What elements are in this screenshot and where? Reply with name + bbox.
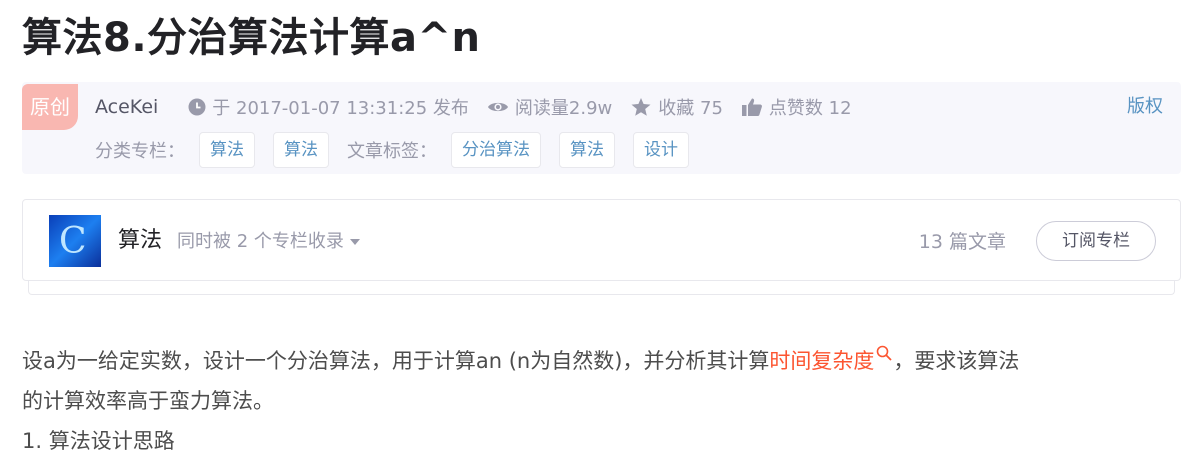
column-card-stack-edge	[28, 281, 1175, 295]
search-icon	[877, 345, 893, 361]
publish-time-text: 于 2017-01-07 13:31:25 发布	[212, 98, 469, 119]
category-tag[interactable]: 算法	[273, 132, 329, 168]
article-tag[interactable]: 算法	[559, 132, 615, 168]
column-card: C 算法 同时被 2 个专栏收录 13 篇文章 订阅专栏	[22, 199, 1181, 281]
read-count: 阅读量2.9w	[487, 94, 612, 120]
category-tag[interactable]: 算法	[199, 132, 255, 168]
caret-down-icon	[349, 239, 360, 245]
read-count-text: 阅读量2.9w	[514, 98, 613, 119]
meta-info-row: AceKei 于 2017-01-07 13:31:25 发布 阅读量2.9w …	[95, 94, 870, 120]
author-link[interactable]: AceKei	[95, 96, 158, 118]
publish-time: 于 2017-01-07 13:31:25 发布	[188, 94, 469, 120]
time-complexity-link[interactable]: 时间复杂度	[769, 345, 893, 373]
column-article-count: 13 篇文章	[918, 231, 1006, 253]
time-complexity-link-text: 时间复杂度	[769, 349, 875, 373]
column-thumbnail[interactable]: C	[49, 215, 101, 267]
clock-icon	[188, 98, 206, 116]
thumbs-up-icon	[741, 98, 762, 116]
article-tag[interactable]: 设计	[633, 132, 689, 168]
body-paragraph: 1. 算法设计思路	[22, 429, 175, 453]
column-included-text: 同时被 2 个专栏收录	[177, 231, 344, 252]
favorite-count: 收藏 75	[658, 98, 723, 119]
body-paragraph: 设a为一给定实数，设计一个分治算法，用于计算an (n为自然数)，并分析其计算时…	[22, 341, 1172, 381]
like-count: 点赞数 12	[768, 98, 852, 119]
column-thumbnail-glyph: C	[59, 221, 87, 262]
article-title: 算法8.分治算法计算a^n	[22, 15, 481, 61]
body-text-segment: 设a为一给定实数，设计一个分治算法，用于计算an (n为自然数)，并分析其计算	[22, 349, 770, 373]
favorite-button[interactable]: 收藏 75	[630, 94, 723, 120]
tags-label: 文章标签：	[347, 141, 437, 162]
column-included-dropdown[interactable]: 同时被 2 个专栏收录	[177, 229, 362, 255]
article-body: 设a为一给定实数，设计一个分治算法，用于计算an (n为自然数)，并分析其计算时…	[22, 341, 1172, 461]
article-tag[interactable]: 分治算法	[451, 132, 541, 168]
original-badge: 原创	[22, 84, 78, 130]
star-icon	[631, 98, 651, 116]
article-meta-box: 原创 AceKei 于 2017-01-07 13:31:25 发布 阅读量2.…	[22, 82, 1181, 174]
body-paragraph: 的计算效率高于蛮力算法。	[22, 389, 274, 413]
copyright-link[interactable]: 版权	[1127, 94, 1163, 120]
subscribe-column-button[interactable]: 订阅专栏	[1036, 221, 1156, 261]
column-name[interactable]: 算法	[118, 226, 162, 256]
meta-tags-row: 分类专栏： 算法 算法 文章标签： 分治算法 算法 设计	[95, 132, 707, 168]
like-button[interactable]: 点赞数 12	[741, 94, 852, 120]
body-text-segment: ，要求该算法	[893, 349, 1020, 373]
eye-icon	[487, 102, 508, 112]
category-label: 分类专栏：	[95, 141, 185, 162]
